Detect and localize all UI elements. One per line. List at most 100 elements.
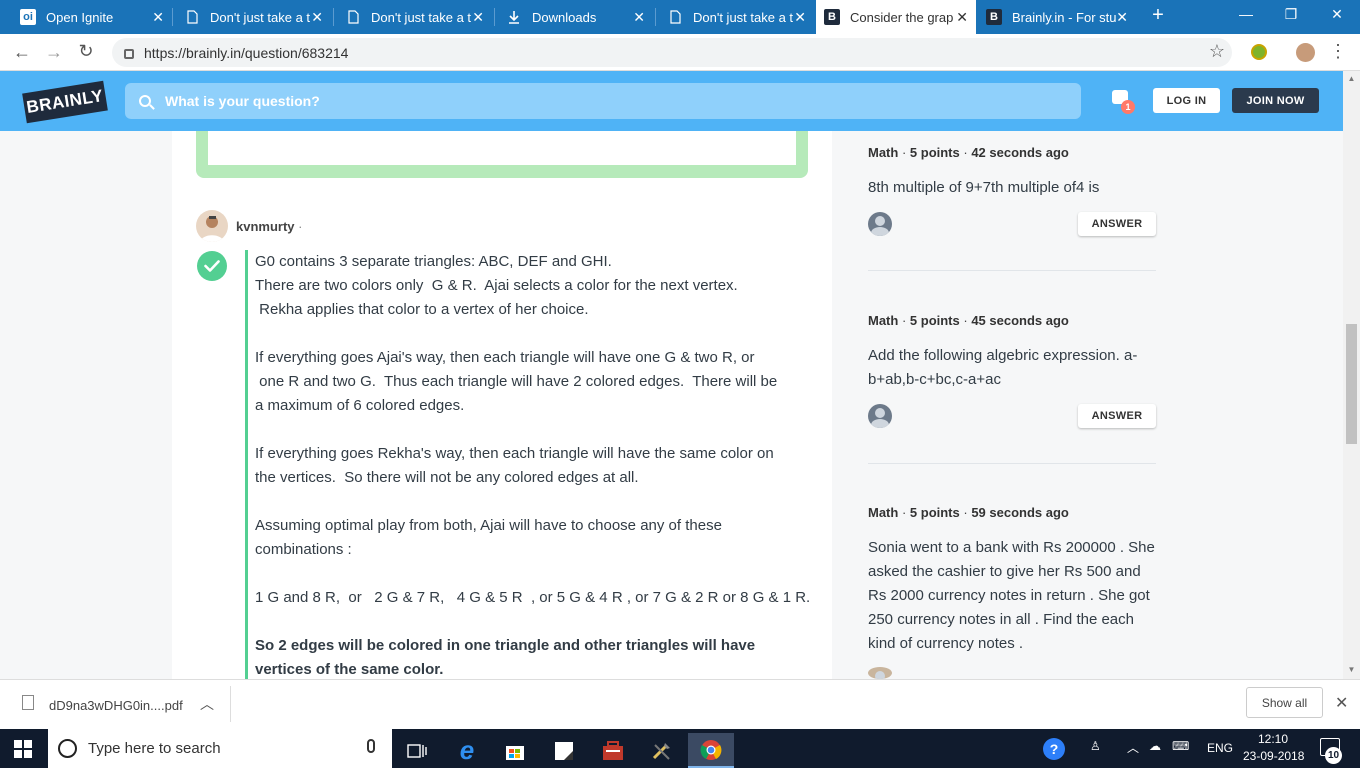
question-text[interactable]: 8th multiple of 9+7th multiple of4 is [868, 176, 1160, 200]
answer-line: If everything goes Rekha's way, then eac… [255, 445, 774, 462]
download-icon [506, 9, 522, 25]
people-icon[interactable]: ♙ [1090, 739, 1101, 753]
answer-blank-line [255, 418, 811, 442]
answer-blank-line [255, 610, 811, 634]
language-indicator[interactable]: ENG [1207, 741, 1233, 755]
sticky-notes-icon[interactable] [541, 733, 587, 768]
divider [868, 270, 1156, 271]
tab-dont-just-take-1[interactable]: Don't just take a t ✕ [176, 0, 331, 34]
answer-button[interactable]: ANSWER [1078, 212, 1156, 236]
url-input[interactable]: https://brainly.in/question/683214 [112, 38, 1232, 67]
clock-date[interactable]: 23-09-2018 [1243, 749, 1304, 763]
answer-body: G0 contains 3 separate triangles: ABC, D… [255, 250, 811, 682]
answer-conclusion-line: So 2 edges will be colored in one triang… [255, 637, 756, 654]
question-meta: Math · 5 points · 45 seconds ago [868, 313, 1069, 328]
store-icon[interactable] [492, 733, 538, 768]
forward-button[interactable]: → [44, 42, 64, 63]
author-name: kvnmurty [236, 219, 295, 234]
answer-line: If everything goes Ajai's way, then each… [255, 349, 755, 366]
question-text[interactable]: Sonia went to a bank with Rs 200000 . Sh… [868, 536, 1160, 656]
question-subject[interactable]: Math [868, 145, 898, 160]
answer-button[interactable]: ANSWER [1078, 404, 1156, 428]
tab-dont-just-take-3[interactable]: Don't just take a t ✕ [659, 0, 814, 34]
tab-consider-the-graph[interactable]: B Consider the grap ✕ [816, 0, 976, 34]
minimize-button[interactable]: — [1236, 6, 1256, 22]
close-icon[interactable]: ✕ [311, 9, 323, 26]
oi-logo-icon: oi [20, 9, 36, 25]
best-answer-frame-inner [208, 131, 796, 165]
answer-blank-line [255, 490, 811, 514]
tab-title: Downloads [532, 9, 597, 25]
question-subject[interactable]: Math [868, 313, 898, 328]
divider [868, 463, 1156, 464]
question-text[interactable]: Add the following algebric expression. a… [868, 344, 1160, 392]
answer-blank-line [255, 322, 811, 346]
avatar[interactable] [868, 667, 892, 679]
action-center-badge: 10 [1325, 747, 1342, 764]
close-icon[interactable]: ✕ [633, 9, 645, 26]
onedrive-cloud-icon[interactable]: ☁ [1149, 739, 1161, 753]
keyboard-icon[interactable]: ⌨ [1172, 739, 1189, 753]
chevron-up-icon[interactable]: ︿ [1127, 739, 1139, 756]
microphone-icon[interactable] [367, 739, 375, 753]
close-icon[interactable]: ✕ [956, 9, 968, 26]
question-points: 5 points [909, 313, 960, 328]
tab-dont-just-take-2[interactable]: Don't just take a t ✕ [337, 0, 492, 34]
edge-browser-icon[interactable]: e [444, 733, 490, 768]
back-button[interactable]: ← [12, 42, 32, 63]
app-toolbox-icon[interactable] [590, 733, 636, 768]
scrollbar-thumb[interactable] [1346, 324, 1357, 444]
question-time: 59 seconds ago [971, 505, 1069, 520]
download-filename[interactable]: dD9na3wDHG0in....pdf [49, 698, 183, 713]
avatar[interactable] [196, 210, 228, 242]
chrome-icon[interactable] [688, 733, 734, 768]
tab-separator [655, 8, 656, 26]
question-points: 5 points [909, 505, 960, 520]
tab-separator [333, 8, 334, 26]
tab-open-ignite[interactable]: oi Open Ignite ✕ [12, 0, 172, 34]
scroll-down-icon[interactable]: ▼ [1346, 665, 1357, 674]
join-now-button[interactable]: JOIN NOW [1232, 88, 1319, 113]
new-tab-button[interactable]: + [1148, 4, 1168, 27]
tools-icon[interactable] [639, 733, 685, 768]
tab-downloads[interactable]: Downloads ✕ [498, 0, 653, 34]
scroll-up-icon[interactable]: ▲ [1346, 74, 1357, 83]
close-icon[interactable]: ✕ [794, 9, 806, 26]
tab-brainly-home[interactable]: B Brainly.in - For stu ✕ [978, 0, 1136, 34]
notification-badge: 1 [1121, 100, 1135, 114]
window-close-button[interactable]: ✕ [1327, 6, 1347, 23]
windows-start-icon[interactable] [14, 740, 32, 758]
avatar[interactable] [868, 212, 892, 236]
taskbar-search-input[interactable]: Type here to search [48, 729, 392, 768]
lock-icon [124, 48, 134, 59]
chevron-up-icon[interactable]: ︿ [200, 694, 214, 714]
task-view-icon[interactable] [394, 733, 440, 768]
close-download-bar-icon[interactable]: ✕ [1335, 693, 1348, 713]
login-button[interactable]: LOG IN [1153, 88, 1220, 113]
close-icon[interactable]: ✕ [1116, 9, 1128, 26]
verified-check-icon [197, 251, 227, 281]
answer-blank-line [255, 562, 811, 586]
page-icon [667, 9, 683, 25]
question-subject[interactable]: Math [868, 505, 898, 520]
close-icon[interactable]: ✕ [472, 9, 484, 26]
restore-button[interactable]: ❐ [1281, 6, 1301, 23]
answer-line: 1 G and 8 R, or 2 G & 7 R, 4 G & 5 R , o… [255, 589, 811, 606]
answer-author[interactable]: kvnmurty · [236, 219, 302, 234]
bookmark-star-icon[interactable]: ☆ [1207, 41, 1227, 62]
browser-menu-icon[interactable]: ⋮ [1328, 41, 1348, 62]
user-portrait-icon [200, 216, 224, 242]
clock-time[interactable]: 12:10 [1258, 732, 1288, 746]
reload-button[interactable]: ↻ [76, 41, 96, 62]
help-icon[interactable]: ? [1043, 738, 1065, 760]
avatar[interactable] [868, 404, 892, 428]
close-icon[interactable]: ✕ [152, 9, 164, 26]
tab-title: Don't just take a t [371, 9, 472, 25]
answer-line: There are two colors only G & R. Ajai se… [255, 277, 738, 294]
extension-icon[interactable] [1251, 44, 1267, 60]
tab-title: Brainly.in - For stu [1012, 9, 1117, 25]
show-all-button[interactable]: Show all [1246, 687, 1323, 718]
question-search-input[interactable]: What is your question? [125, 83, 1081, 119]
divider [230, 686, 231, 722]
profile-avatar[interactable] [1296, 43, 1315, 62]
